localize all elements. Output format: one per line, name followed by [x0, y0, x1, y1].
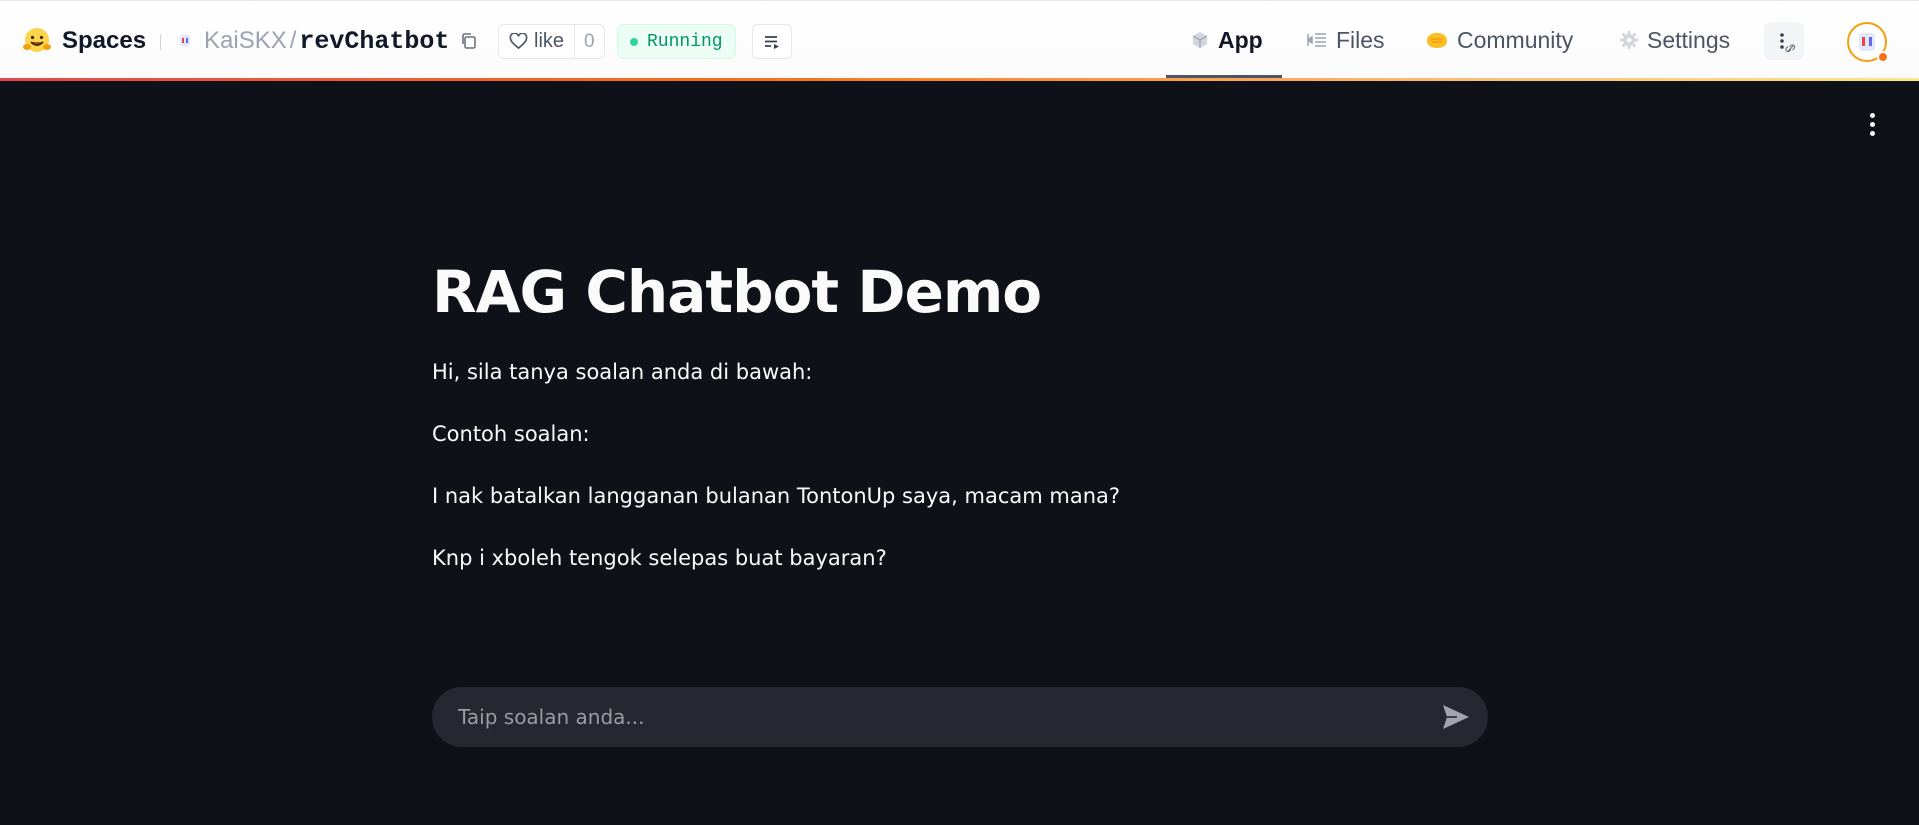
tab-files[interactable]: Files: [1306, 1, 1385, 79]
owner-avatar-icon: [180, 35, 190, 46]
files-icon: [1306, 33, 1326, 47]
intro-text: Hi, sila tanya soalan anda di bawah:: [432, 360, 813, 384]
user-status-dot: [1877, 51, 1889, 63]
like-label: like: [534, 30, 565, 52]
status-dot-icon: [630, 37, 638, 46]
menu-dot-icon: [1869, 112, 1875, 118]
app-content: RAG Chatbot Demo Hi, sila tanya soalan a…: [432, 252, 1488, 570]
menu-dot-icon: [1869, 121, 1875, 127]
app-menu-button[interactable]: [1862, 110, 1882, 138]
like-button[interactable]: like: [499, 25, 576, 58]
spaces-label: Spaces: [62, 27, 147, 54]
status-badge[interactable]: Running: [617, 24, 736, 59]
example-question-1: I nak batalkan langganan bulanan TontonU…: [432, 484, 1121, 508]
repo-name-link[interactable]: revChatbot: [299, 27, 449, 56]
status-label: Running: [647, 31, 723, 52]
chat-input[interactable]: [458, 687, 1418, 747]
tab-app[interactable]: App: [1190, 1, 1263, 79]
top-header: Spaces KaiSKX / revChatbot like 0 Runnin…: [0, 0, 1919, 80]
send-icon[interactable]: [1440, 701, 1472, 733]
more-options-button[interactable]: [1764, 22, 1804, 60]
repo-slash: /: [289, 27, 297, 54]
header-divider: [160, 34, 161, 50]
cube-icon: [1192, 32, 1208, 48]
like-group: like 0: [498, 24, 605, 59]
header-accent-line: [0, 78, 1919, 81]
tab-settings[interactable]: Settings: [1619, 1, 1730, 79]
heart-icon: [509, 33, 528, 50]
repo-owner-link[interactable]: KaiSKX: [204, 27, 287, 55]
community-icon: [1427, 33, 1447, 48]
chat-input-container: [432, 687, 1488, 747]
tab-files-label: Files: [1336, 26, 1385, 53]
like-count[interactable]: 0: [575, 25, 604, 58]
list-play-icon: [765, 35, 779, 49]
tab-community-label: Community: [1457, 26, 1574, 53]
hugging-face-logo-icon: [23, 28, 51, 52]
example-heading: Contoh soalan:: [432, 422, 590, 446]
tab-app-label: App: [1218, 26, 1263, 53]
copy-icon[interactable]: [459, 31, 479, 51]
menu-dot-icon: [1869, 130, 1875, 136]
queue-button[interactable]: [752, 24, 792, 59]
gear-icon: [1620, 31, 1638, 49]
spaces-brand[interactable]: Spaces: [22, 25, 146, 57]
tab-community[interactable]: Community: [1425, 1, 1573, 79]
repo-breadcrumb: KaiSKX / revChatbot: [176, 25, 479, 57]
tab-settings-label: Settings: [1647, 26, 1731, 53]
example-question-2: Knp i xboleh tengok selepas buat bayaran…: [432, 546, 887, 570]
vertical-dots-link-icon: [1780, 33, 1796, 53]
page-title: RAG Chatbot Demo: [432, 258, 1042, 326]
